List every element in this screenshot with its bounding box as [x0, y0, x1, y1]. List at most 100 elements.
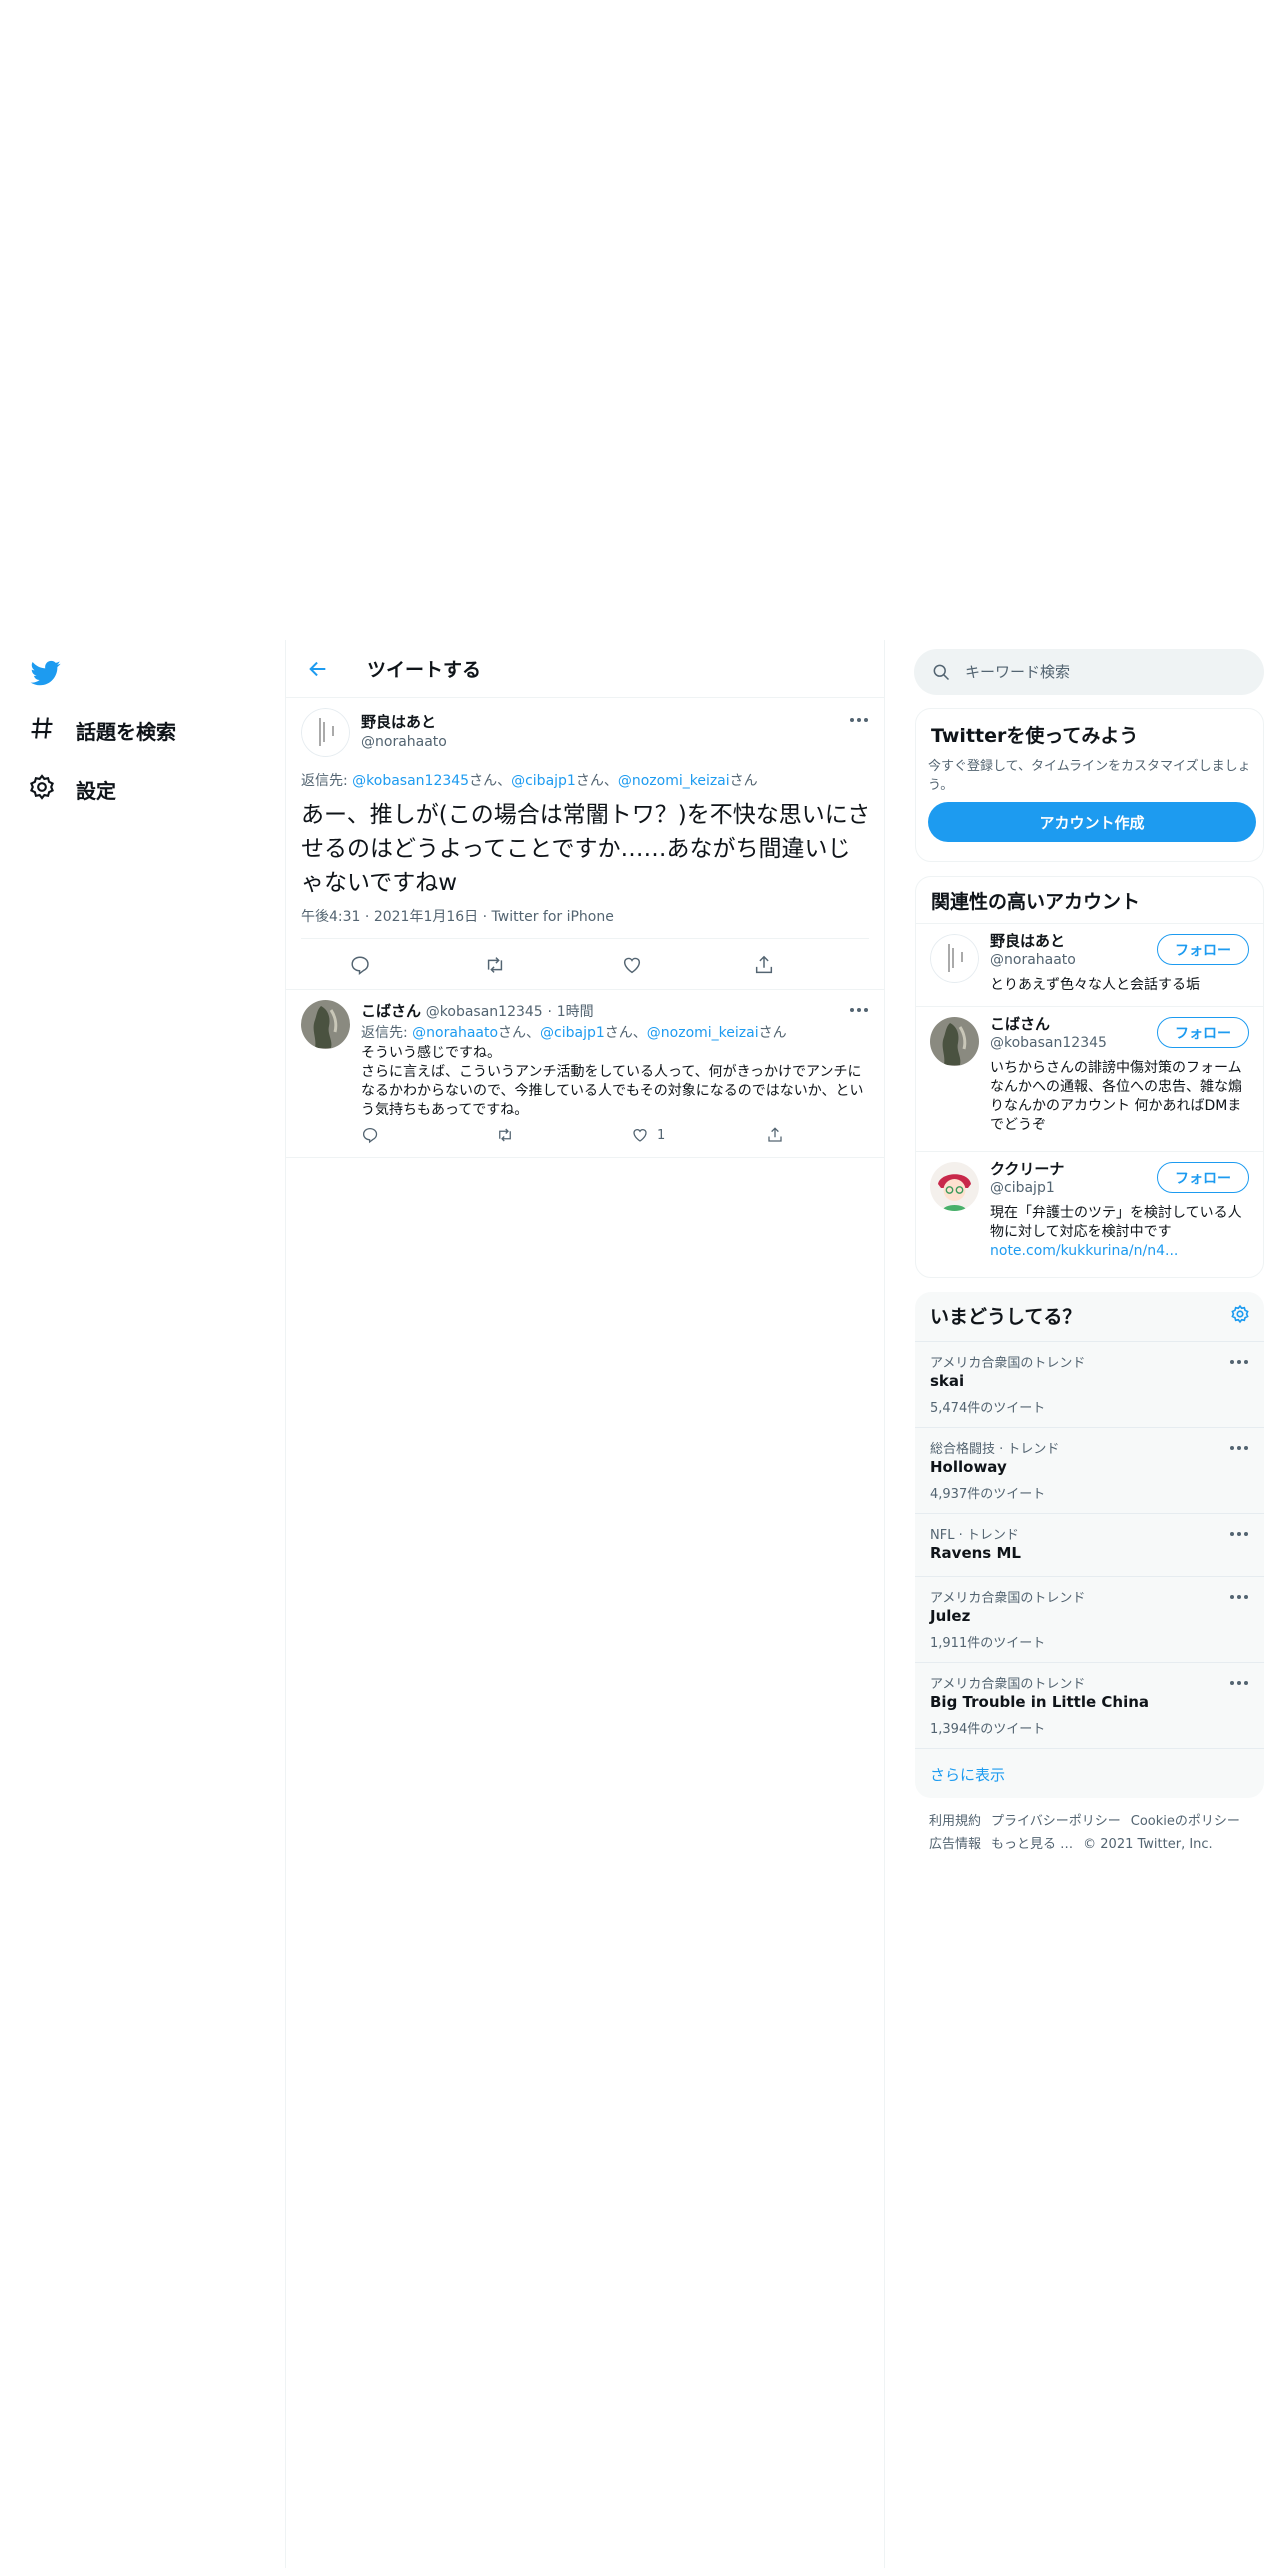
- footer: 利用規約 プライバシーポリシー Cookieのポリシー広告情報 もっと見る … © 20…: [929, 1810, 1259, 1856]
- footer-link-privacy[interactable]: プライバシーポリシー: [991, 1810, 1121, 1833]
- more-icon[interactable]: [1228, 1593, 1250, 1601]
- hashtag-icon: [28, 714, 56, 747]
- like-button[interactable]: [621, 954, 643, 976]
- trend-name: Julez: [930, 1607, 971, 1625]
- share-button[interactable]: [766, 1126, 784, 1144]
- tweet-date[interactable]: 2021年1月16日: [374, 909, 478, 925]
- trend-name: skai: [930, 1372, 965, 1390]
- footer-link-ads[interactable]: 広告情報: [929, 1833, 981, 1856]
- main-tweet[interactable]: 野良はあと @norahaato 返信先: @kobasan12345さん、@c…: [286, 698, 884, 990]
- nav-settings[interactable]: 設定: [28, 773, 116, 806]
- tweet-meta: 午後4:31 · 2021年1月16日 · Twitter for iPhone: [301, 909, 614, 925]
- trend-item[interactable]: アメリカ合衆国のトレンド Big Trouble in Little China…: [915, 1662, 1264, 1748]
- reply-icon: [351, 956, 369, 976]
- account-row[interactable]: こばさん @kobasan12345 フォロー いちからさんの誹謗中傷対策のフォ…: [916, 1006, 1263, 1151]
- gear-icon[interactable]: [1230, 1304, 1250, 1324]
- more-icon[interactable]: [1228, 1444, 1250, 1452]
- tweet-time[interactable]: 午後4:31: [301, 909, 360, 925]
- tweet-time[interactable]: 1時間: [557, 1004, 594, 1020]
- avatar[interactable]: [301, 708, 350, 757]
- trend-count: 5,474件のツイート: [930, 1401, 1046, 1416]
- more-icon[interactable]: [1228, 1679, 1250, 1687]
- trend-item[interactable]: NFL · トレンド Ravens ML: [915, 1513, 1264, 1576]
- avatar[interactable]: [301, 1000, 350, 1049]
- more-icon[interactable]: [848, 716, 870, 724]
- follow-button[interactable]: フォロー: [1157, 1162, 1249, 1193]
- account-row[interactable]: ククリーナ @cibajp1 フォロー 現在「弁護士のツテ」を検討している人物に…: [916, 1151, 1263, 1277]
- account-name[interactable]: ククリーナ: [990, 1158, 1064, 1179]
- trend-count: 1,911件のツイート: [930, 1636, 1046, 1651]
- follow-button[interactable]: フォロー: [1157, 1017, 1249, 1048]
- more-icon[interactable]: [1228, 1530, 1250, 1538]
- who-to-follow-title: 関連性の高いアカウント: [931, 891, 1141, 913]
- avatar[interactable]: [930, 1162, 979, 1211]
- main-column: ツイートする 野良はあと @norahaato 返信先: @kobasan123…: [285, 640, 885, 2568]
- signup-title: Twitterを使ってみよう: [931, 725, 1139, 747]
- account-row[interactable]: 野良はあと @norahaato フォロー とりあえず色々な人と会話する垢: [916, 923, 1263, 1006]
- create-account-button[interactable]: アカウント作成: [928, 802, 1256, 842]
- trend-context: アメリカ合衆国のトレンド: [930, 1356, 1086, 1371]
- author-name[interactable]: 野良はあと: [361, 711, 436, 732]
- trend-count: 4,937件のツイート: [930, 1487, 1046, 1502]
- divider: [301, 938, 869, 939]
- retweet-button[interactable]: [496, 1126, 514, 1144]
- reply-to-line: 返信先: @kobasan12345さん、@cibajp1さん、@nozomi_…: [301, 773, 758, 789]
- mention-link[interactable]: @cibajp1: [540, 1025, 605, 1041]
- trend-context: 総合格闘技 · トレンド: [930, 1442, 1060, 1457]
- account-handle[interactable]: @cibajp1: [990, 1180, 1055, 1196]
- tweet-text: そういう感じですね。 さらに言えば、こういうアンチ活動をしている人って、何がきっ…: [361, 1045, 864, 1118]
- nav-explore-label: 話題を検索: [76, 720, 176, 744]
- footer-link-cookies[interactable]: Cookieのポリシー: [1131, 1810, 1240, 1833]
- trend-item[interactable]: アメリカ合衆国のトレンド Julez 1,911件のツイート: [915, 1576, 1264, 1662]
- account-name[interactable]: 野良はあと: [990, 930, 1065, 951]
- share-button[interactable]: [753, 954, 775, 976]
- reply-button[interactable]: [361, 1126, 379, 1144]
- nav-explore[interactable]: 話題を検索: [28, 714, 176, 747]
- show-more-link[interactable]: さらに表示: [930, 1764, 1005, 1785]
- account-bio: とりあえず色々な人と会話する垢: [990, 977, 1200, 993]
- footer-link-terms[interactable]: 利用規約: [929, 1810, 981, 1833]
- twitter-logo-icon[interactable]: [29, 658, 63, 688]
- trend-item[interactable]: アメリカ合衆国のトレンド skai 5,474件のツイート: [915, 1341, 1264, 1427]
- arrow-left-icon: [309, 661, 326, 676]
- footer-link-more[interactable]: もっと見る …: [991, 1833, 1073, 1856]
- mention-link[interactable]: @cibajp1: [511, 773, 576, 789]
- account-name[interactable]: こばさん: [990, 1013, 1050, 1034]
- tweet-source[interactable]: Twitter for iPhone: [492, 909, 614, 925]
- trend-name: Ravens ML: [930, 1544, 1021, 1562]
- gear-icon: [28, 773, 56, 806]
- who-to-follow-card: 関連性の高いアカウント 野良はあと @norahaato フォロー とりあえず色…: [915, 876, 1264, 1278]
- author-handle[interactable]: @kobasan12345: [426, 1004, 543, 1020]
- search-box[interactable]: [914, 649, 1264, 695]
- retweet-icon: [487, 957, 503, 973]
- reply-button[interactable]: [349, 954, 371, 976]
- avatar[interactable]: [930, 1017, 979, 1066]
- retweet-button[interactable]: [484, 954, 506, 976]
- mention-link[interactable]: @norahaato: [412, 1025, 498, 1041]
- nav-settings-label: 設定: [76, 779, 116, 803]
- retweet-icon: [499, 1128, 511, 1142]
- account-handle[interactable]: @kobasan12345: [990, 1035, 1107, 1051]
- avatar[interactable]: [930, 934, 979, 983]
- more-icon[interactable]: [848, 1006, 870, 1014]
- reply-tweet[interactable]: こばさん @kobasan12345 · 1時間 返信先: @norahaato…: [286, 990, 884, 1158]
- tweet-actions: [301, 948, 869, 982]
- trend-item[interactable]: 総合格闘技 · トレンド Holloway 4,937件のツイート: [915, 1427, 1264, 1513]
- trend-context: アメリカ合衆国のトレンド: [930, 1591, 1086, 1606]
- back-button[interactable]: [301, 652, 335, 686]
- mention-link[interactable]: @kobasan12345: [352, 773, 469, 789]
- author-handle[interactable]: @norahaato: [361, 734, 447, 750]
- like-button[interactable]: 1: [631, 1126, 665, 1144]
- signup-card: Twitterを使ってみよう 今すぐ登録して、タイムラインをカスタマイズしましょ…: [915, 708, 1264, 862]
- heart-icon: [623, 957, 641, 974]
- mention-link[interactable]: @nozomi_keizai: [618, 773, 730, 789]
- signup-description: 今すぐ登録して、タイムラインをカスタマイズしましょう。: [928, 759, 1251, 793]
- follow-button[interactable]: フォロー: [1157, 934, 1249, 965]
- search-input[interactable]: [965, 663, 1245, 681]
- mention-link[interactable]: @nozomi_keizai: [647, 1025, 759, 1041]
- bio-link[interactable]: note.com/kukkurina/n/n4...: [990, 1243, 1178, 1259]
- more-icon[interactable]: [1228, 1358, 1250, 1366]
- author-name[interactable]: こばさん: [361, 1002, 421, 1020]
- account-handle[interactable]: @norahaato: [990, 952, 1076, 968]
- reply-author-line: こばさん @kobasan12345 · 1時間: [361, 1002, 594, 1020]
